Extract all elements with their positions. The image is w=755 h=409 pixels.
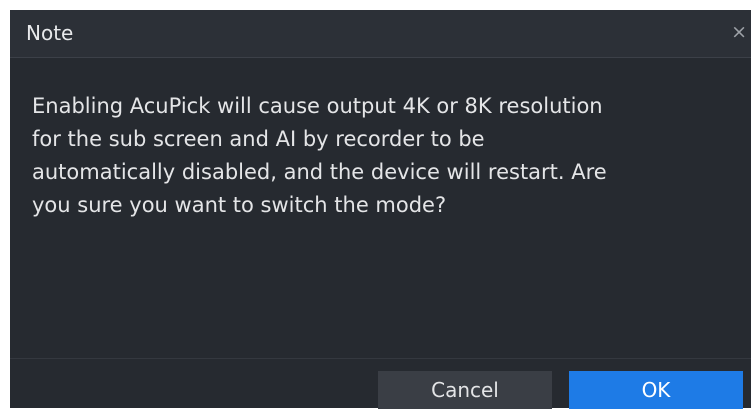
close-icon[interactable]: × (731, 22, 747, 42)
ok-button[interactable]: OK (569, 371, 743, 409)
message-line-2: for the sub screen and AI by recorder to… (32, 127, 485, 151)
dialog-footer: Cancel OK (10, 358, 751, 409)
message-line-4: you sure you want to switch the mode? (32, 193, 447, 217)
dialog-message: Enabling AcuPick will cause output 4K or… (32, 90, 732, 222)
dialog-title: Note (26, 21, 74, 45)
message-line-1: Enabling AcuPick will cause output 4K or… (32, 94, 603, 118)
note-dialog: Note × Enabling AcuPick will cause outpu… (10, 10, 751, 409)
cancel-button[interactable]: Cancel (378, 371, 552, 409)
message-line-3: automatically disabled, and the device w… (32, 160, 607, 184)
dialog-title-bar: Note × (10, 10, 751, 58)
